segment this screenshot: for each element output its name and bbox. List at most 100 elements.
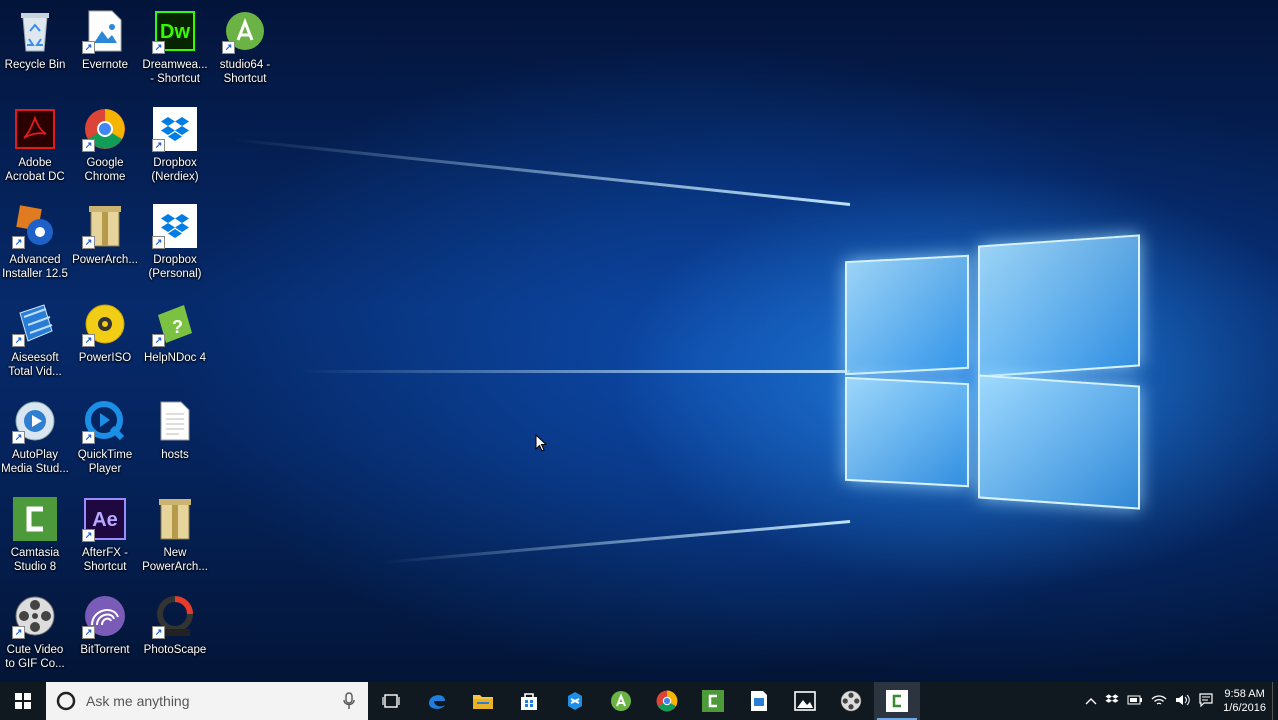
wallpaper-logo-pane <box>978 374 1140 510</box>
shortcut-arrow-icon: ↗ <box>82 431 95 444</box>
desktop-icon-label: Aiseesoft Total Vid... <box>8 352 62 378</box>
microphone-icon[interactable] <box>342 692 356 710</box>
desktop-icon-label: Adobe Acrobat DC <box>5 157 65 183</box>
taskbar-camtasia[interactable] <box>690 682 736 720</box>
shortcut-arrow-icon: ↗ <box>152 334 165 347</box>
desktop-icon-label: Dropbox (Personal) <box>148 254 202 280</box>
wallpaper-beam <box>381 520 851 564</box>
desktop-icon-label: Google Chrome <box>84 157 126 183</box>
desktop-icon-evernote[interactable]: ↗ Evernote <box>70 4 140 94</box>
powerarchiver-icon: ↗ <box>82 203 128 249</box>
desktop-icon-autoplay[interactable]: ↗ AutoPlay Media Stud... <box>0 394 70 484</box>
taskbar-clock[interactable]: 9:58 AM 1/6/2016 <box>1223 687 1266 715</box>
desktop-icon-label: AutoPlay Media Stud... <box>1 449 69 475</box>
wallpaper-logo-pane <box>978 234 1140 378</box>
desktop-icon-label: Cute Video to GIF Co... <box>5 644 65 670</box>
desktop-icon-dropbox-personal[interactable]: ↗ Dropbox (Personal) <box>140 199 210 289</box>
shortcut-arrow-icon: ↗ <box>152 139 165 152</box>
cortana-search-box[interactable]: Ask me anything <box>46 682 368 720</box>
desktop-icon-label: AfterFX - Shortcut <box>81 547 128 573</box>
shortcut-arrow-icon: ↗ <box>12 626 25 639</box>
desktop-icon-hosts[interactable]: hosts <box>140 394 210 484</box>
text-file-icon <box>152 398 198 444</box>
shortcut-arrow-icon: ↗ <box>152 626 165 639</box>
desktop-icon-label: Dreamwea... - Shortcut <box>142 59 208 85</box>
wallpaper-logo-pane <box>845 254 969 376</box>
wifi-icon[interactable] <box>1151 694 1167 709</box>
cortana-circle-icon <box>56 691 76 711</box>
desktop-icon-powerarchiver[interactable]: ↗ PowerArch... <box>70 199 140 289</box>
taskbar-android-studio[interactable] <box>598 682 644 720</box>
desktop-icon-label: Camtasia Studio 8 <box>10 547 60 573</box>
desktop-icon-poweriso[interactable]: ↗ PowerISO <box>70 297 140 387</box>
taskbar-edge[interactable] <box>414 682 460 720</box>
chevron-up-icon[interactable] <box>1085 694 1097 708</box>
film-reel-icon: ↗ <box>12 593 58 639</box>
svg-text:?: ? <box>172 317 183 337</box>
task-view-button[interactable] <box>368 682 414 720</box>
clock-date: 1/6/2016 <box>1223 702 1266 714</box>
taskbar-app[interactable] <box>552 682 598 720</box>
action-center-icon[interactable] <box>1199 692 1213 710</box>
volume-icon[interactable] <box>1175 694 1191 709</box>
desktop-icon-dreamweaver[interactable]: Dw ↗ Dreamwea... - Shortcut <box>140 4 210 94</box>
chrome-icon: ↗ <box>82 106 128 152</box>
desktop-icon-chrome[interactable]: ↗ Google Chrome <box>70 102 140 192</box>
desktop-wallpaper[interactable]: Recycle Bin ↗ Evernote Dw ↗ Dreamwea... … <box>0 0 1278 682</box>
desktop-icon-new-powerarchiver[interactable]: New PowerArch... <box>140 492 210 582</box>
edge-icon <box>429 695 445 709</box>
desktop-icon-camtasia[interactable]: Camtasia Studio 8 <box>0 492 70 582</box>
acrobat-icon <box>12 106 58 152</box>
desktop-icon-advanced-installer[interactable]: ↗ Advanced Installer 12.5 <box>0 199 70 289</box>
desktop-icon-quicktime[interactable]: ↗ QuickTime Player <box>70 394 140 484</box>
zip-archive-icon <box>152 496 198 542</box>
after-effects-icon: Ae ↗ <box>82 496 128 542</box>
desktop-icon-label: studio64 - Shortcut <box>219 59 271 85</box>
desktop-icon-label: New PowerArch... <box>142 547 208 573</box>
recycle-bin-icon <box>12 8 58 54</box>
android-studio-icon <box>611 691 631 711</box>
notepad-icon <box>751 691 767 711</box>
taskbar-store[interactable] <box>506 682 552 720</box>
poweriso-icon: ↗ <box>82 301 128 347</box>
desktop-icon-aiseesoft[interactable]: ↗ Aiseesoft Total Vid... <box>0 297 70 387</box>
taskbar-cute-video[interactable] <box>828 682 874 720</box>
desktop-icon-dropbox-nerdiex[interactable]: ↗ Dropbox (Nerdiex) <box>140 102 210 192</box>
dropbox-tray-icon[interactable] <box>1105 693 1119 710</box>
dreamweaver-icon: Dw ↗ <box>152 8 198 54</box>
shortcut-arrow-icon: ↗ <box>152 236 165 249</box>
battery-icon[interactable] <box>1127 694 1143 709</box>
desktop-icon-bittorrent[interactable]: ↗ BitTorrent <box>70 589 140 679</box>
desktop-icon-helpndoc[interactable]: ? ↗ HelpNDoc 4 <box>140 297 210 387</box>
advanced-installer-icon: ↗ <box>12 203 58 249</box>
search-placeholder: Ask me anything <box>86 693 190 709</box>
taskbar-file-explorer[interactable] <box>460 682 506 720</box>
desktop-icon-android-studio[interactable]: ↗ studio64 - Shortcut <box>210 4 280 94</box>
taskbar: Ask me anything 9:58 AM 1/6/2016 <box>0 682 1278 720</box>
dropbox-icon: ↗ <box>152 106 198 152</box>
desktop-icon-label: hosts <box>161 449 189 461</box>
shortcut-arrow-icon: ↗ <box>82 529 95 542</box>
taskbar-chrome[interactable] <box>644 682 690 720</box>
desktop-icon-photoscape[interactable]: ↗ PhotoScape <box>140 589 210 679</box>
android-studio-icon: ↗ <box>222 8 268 54</box>
shortcut-arrow-icon: ↗ <box>82 236 95 249</box>
store-icon <box>521 693 537 710</box>
taskbar-notepad[interactable] <box>736 682 782 720</box>
show-desktop-button[interactable] <box>1272 682 1278 720</box>
start-button[interactable] <box>0 682 46 720</box>
taskbar-photos[interactable] <box>782 682 828 720</box>
taskbar-camtasia-recorder[interactable] <box>874 682 920 720</box>
app-icon <box>568 692 582 710</box>
shortcut-arrow-icon: ↗ <box>12 334 25 347</box>
dropbox-icon: ↗ <box>152 203 198 249</box>
aiseesoft-icon: ↗ <box>12 301 58 347</box>
desktop-icon-label: Recycle Bin <box>4 59 66 71</box>
desktop-icon-recycle-bin[interactable]: Recycle Bin <box>0 4 70 94</box>
desktop-icon-after-effects[interactable]: Ae ↗ AfterFX - Shortcut <box>70 492 140 582</box>
desktop-icon-cute-video[interactable]: ↗ Cute Video to GIF Co... <box>0 589 70 679</box>
desktop-icon-acrobat[interactable]: Adobe Acrobat DC <box>0 102 70 192</box>
camtasia-icon <box>702 690 724 712</box>
desktop-icon-label: HelpNDoc 4 <box>144 352 206 364</box>
system-tray <box>1081 692 1217 710</box>
